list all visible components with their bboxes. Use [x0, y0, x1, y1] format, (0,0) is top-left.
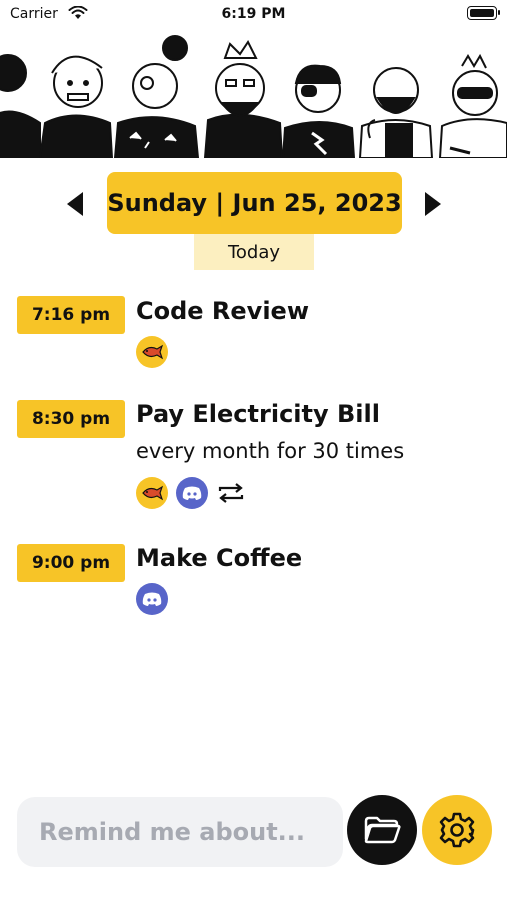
discord-icon	[136, 583, 168, 615]
repeat-icon	[218, 483, 244, 503]
people-illustration	[0, 28, 507, 158]
next-day-icon[interactable]	[425, 192, 441, 216]
previous-day-icon[interactable]	[67, 192, 83, 216]
status-bar: Carrier 6:19 PM	[0, 0, 507, 30]
folder-icon	[364, 816, 401, 844]
gear-icon	[439, 812, 475, 848]
task-title: Pay Electricity Bill	[136, 400, 380, 428]
task-time: 7:16 pm	[17, 296, 125, 334]
task-icons	[136, 477, 246, 509]
fish-icon	[136, 477, 168, 509]
status-time: 6:19 PM	[221, 6, 286, 22]
settings-button[interactable]	[422, 795, 492, 865]
battery-icon	[467, 6, 500, 20]
task-title: Code Review	[136, 297, 309, 325]
discord-icon	[176, 477, 208, 509]
task-icons	[136, 336, 168, 368]
task-recurrence: every month for 30 times	[136, 439, 405, 463]
today-label[interactable]: Today	[194, 234, 314, 270]
folder-button[interactable]	[347, 795, 417, 865]
composer-bar	[0, 795, 507, 869]
reminder-input[interactable]	[17, 797, 343, 867]
task-time: 9:00 pm	[17, 544, 125, 582]
task-title: Make Coffee	[136, 544, 303, 572]
date-button[interactable]: Sunday | Jun 25, 2023	[107, 172, 402, 234]
fish-icon	[136, 336, 168, 368]
task-icons	[136, 583, 168, 615]
date-navigator: Sunday | Jun 25, 2023	[0, 172, 507, 234]
task-time: 8:30 pm	[17, 400, 125, 438]
